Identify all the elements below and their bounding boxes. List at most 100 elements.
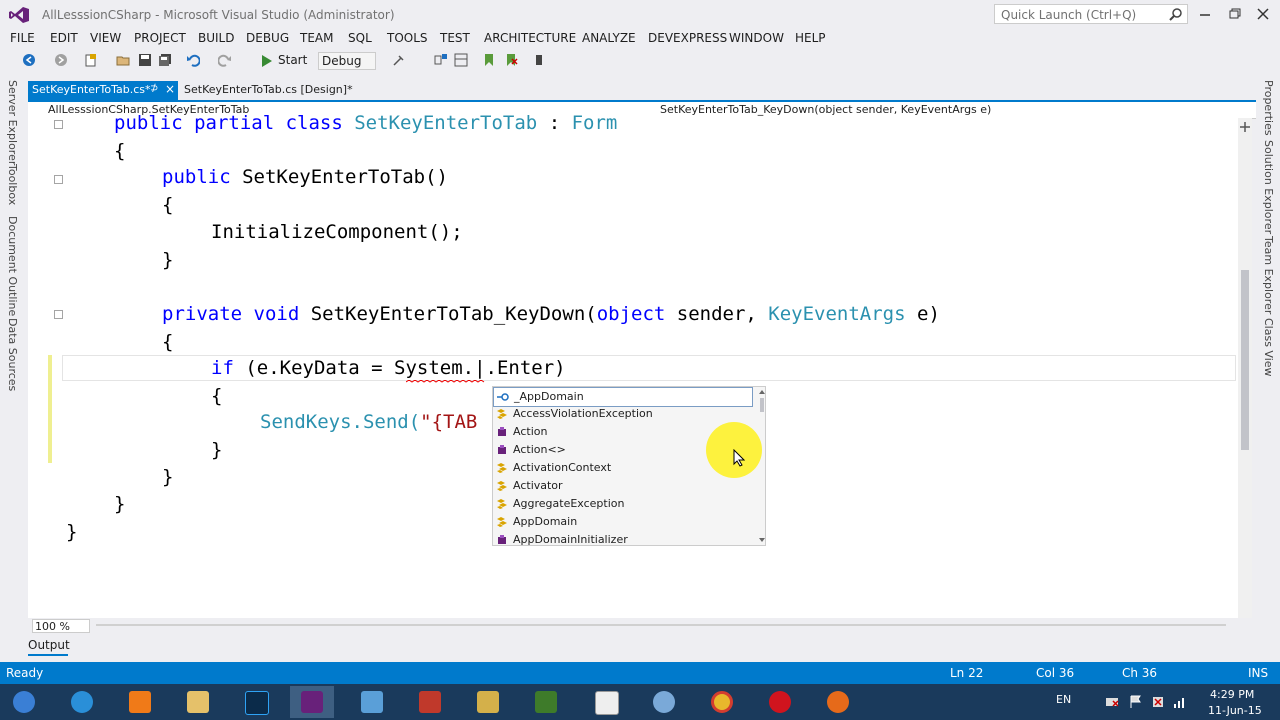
taskbar-chrome[interactable] bbox=[700, 686, 744, 718]
data-sources-tab[interactable]: Data Sources bbox=[6, 318, 19, 391]
output-tab-underline bbox=[28, 654, 68, 656]
start-icon[interactable] bbox=[260, 52, 274, 70]
member-dropdown[interactable]: SetKeyEnterToTab_KeyDown(object sender, … bbox=[660, 103, 991, 116]
signal-tray-icon[interactable] bbox=[1172, 694, 1188, 710]
search-icon[interactable] bbox=[1169, 7, 1183, 21]
internet-explorer-icon bbox=[71, 691, 93, 713]
taskbar-app-book[interactable] bbox=[408, 686, 452, 718]
tab-output[interactable]: Output bbox=[28, 638, 70, 652]
save-all-icon[interactable] bbox=[158, 53, 172, 67]
list-item[interactable]: Activator bbox=[493, 477, 751, 495]
menu-help[interactable]: HELP bbox=[795, 31, 826, 45]
solution-explorer-tab[interactable]: Solution Explorer bbox=[1262, 140, 1275, 234]
list-item[interactable]: _AppDomain bbox=[493, 387, 753, 407]
list-item[interactable]: AppDomainInitializer bbox=[493, 531, 751, 549]
taskbar-window[interactable] bbox=[584, 686, 628, 718]
changed-lines-marker bbox=[48, 355, 52, 463]
vertical-scroll-thumb[interactable] bbox=[1241, 270, 1249, 450]
quick-launch-input[interactable]: Quick Launch (Ctrl+Q) bbox=[994, 4, 1188, 24]
fold-toggle[interactable] bbox=[54, 120, 63, 129]
menu-test[interactable]: TEST bbox=[440, 31, 470, 45]
zoom-select[interactable]: 100 % bbox=[32, 619, 90, 633]
tab-setkeyentertotab-cs[interactable]: SetKeyEnterToTab.cs* ⊅ × bbox=[28, 81, 178, 100]
back-icon[interactable] bbox=[22, 53, 36, 67]
split-icon[interactable] bbox=[1238, 120, 1252, 134]
open-file-icon[interactable] bbox=[116, 53, 130, 67]
list-item[interactable]: AppDomain bbox=[493, 513, 751, 531]
flag-tray-icon[interactable] bbox=[1128, 694, 1144, 710]
fold-toggle[interactable] bbox=[54, 175, 63, 184]
menu-team[interactable]: TEAM bbox=[300, 31, 333, 45]
tab-label: SetKeyEnterToTab.cs* bbox=[32, 83, 151, 96]
new-project-icon[interactable] bbox=[84, 53, 98, 67]
status-column: Col 36 bbox=[1036, 666, 1075, 680]
network-tray-icon[interactable] bbox=[1104, 694, 1120, 710]
solution-configuration-select[interactable]: Debug bbox=[318, 52, 376, 70]
menu-edit[interactable]: EDIT bbox=[50, 31, 78, 45]
interface-icon bbox=[497, 393, 509, 401]
tray-icon[interactable] bbox=[1150, 694, 1166, 710]
list-item[interactable]: AggregateException bbox=[493, 495, 751, 513]
menu-build[interactable]: BUILD bbox=[198, 31, 234, 45]
taskbar-app-cube[interactable] bbox=[350, 686, 394, 718]
tab-setkeyentertotab-design[interactable]: SetKeyEnterToTab.cs [Design]* bbox=[184, 83, 353, 96]
forward-icon[interactable] bbox=[54, 53, 68, 67]
taskbar-photoshop[interactable] bbox=[234, 686, 278, 718]
toolbox-tab[interactable]: Toolbox bbox=[6, 164, 19, 205]
bookmark-dark-icon[interactable] bbox=[532, 53, 546, 67]
close-icon[interactable] bbox=[1254, 6, 1272, 22]
menu-project[interactable]: PROJECT bbox=[134, 31, 186, 45]
taskbar-firefox[interactable] bbox=[816, 686, 860, 718]
class-view-tab[interactable]: Class View bbox=[1262, 318, 1275, 377]
class-icon bbox=[497, 409, 507, 419]
menu-devexpress[interactable]: DEVEXPRESS bbox=[648, 31, 727, 45]
menu-view[interactable]: VIEW bbox=[90, 31, 121, 45]
chrome-icon bbox=[711, 691, 733, 713]
close-tab-icon[interactable]: × bbox=[165, 82, 175, 96]
pin-icon[interactable]: ⊅ bbox=[150, 83, 158, 94]
taskbar-network[interactable] bbox=[642, 686, 686, 718]
undo-icon[interactable] bbox=[186, 53, 200, 67]
menu-window[interactable]: WINDOW bbox=[729, 31, 784, 45]
start-button[interactable]: Start bbox=[278, 53, 307, 67]
taskbar-ie[interactable] bbox=[60, 686, 104, 718]
class-icon bbox=[497, 481, 507, 491]
intellisense-scrollbar[interactable] bbox=[758, 388, 766, 544]
bookmark-icon[interactable] bbox=[482, 53, 496, 67]
clock-date[interactable]: 11-Jun-15 bbox=[1208, 704, 1262, 717]
team-explorer-tab[interactable]: Team Explorer bbox=[1262, 236, 1275, 314]
menu-analyze[interactable]: ANALYZE bbox=[582, 31, 636, 45]
menu-architecture[interactable]: ARCHITECTURE bbox=[484, 31, 576, 45]
save-icon[interactable] bbox=[138, 53, 152, 67]
redo-icon[interactable] bbox=[218, 53, 232, 67]
taskbar-media[interactable] bbox=[118, 686, 162, 718]
attach-icon[interactable] bbox=[392, 53, 406, 67]
clock-time[interactable]: 4:29 PM bbox=[1210, 688, 1254, 701]
taskbar-app-tools[interactable] bbox=[466, 686, 510, 718]
taskbar-explorer[interactable] bbox=[176, 686, 220, 718]
menu-debug[interactable]: DEBUG bbox=[246, 31, 289, 45]
layout-icon[interactable] bbox=[454, 53, 468, 67]
code-line: } bbox=[162, 466, 174, 488]
menu-tools[interactable]: TOOLS bbox=[387, 31, 428, 45]
clear-bookmark-icon[interactable] bbox=[504, 53, 518, 67]
class-icon bbox=[497, 463, 507, 473]
server-explorer-tab[interactable]: Server Explorer bbox=[6, 80, 19, 165]
fold-toggle[interactable] bbox=[54, 310, 63, 319]
taskbar-visual-studio[interactable] bbox=[290, 686, 334, 718]
menu-sql[interactable]: SQL bbox=[348, 31, 372, 45]
start-orb[interactable] bbox=[2, 686, 46, 718]
horizontal-scrollbar[interactable] bbox=[96, 624, 1226, 626]
minimize-icon[interactable] bbox=[1196, 6, 1214, 22]
document-outline-tab[interactable]: Document Outline bbox=[6, 216, 19, 316]
taskbar-dreamweaver[interactable] bbox=[524, 686, 568, 718]
menu-file[interactable]: FILE bbox=[10, 31, 35, 45]
restore-icon[interactable] bbox=[1225, 6, 1243, 22]
taskbar-opera[interactable] bbox=[758, 686, 802, 718]
list-item[interactable]: AccessViolationException bbox=[493, 405, 751, 423]
format-icon[interactable] bbox=[434, 53, 448, 67]
language-indicator[interactable]: EN bbox=[1056, 693, 1071, 706]
code-line: } bbox=[66, 521, 78, 543]
properties-tab[interactable]: Properties bbox=[1262, 80, 1275, 136]
menu-bar: FILE EDIT VIEW PROJECT BUILD DEBUG TEAM … bbox=[0, 30, 1280, 48]
